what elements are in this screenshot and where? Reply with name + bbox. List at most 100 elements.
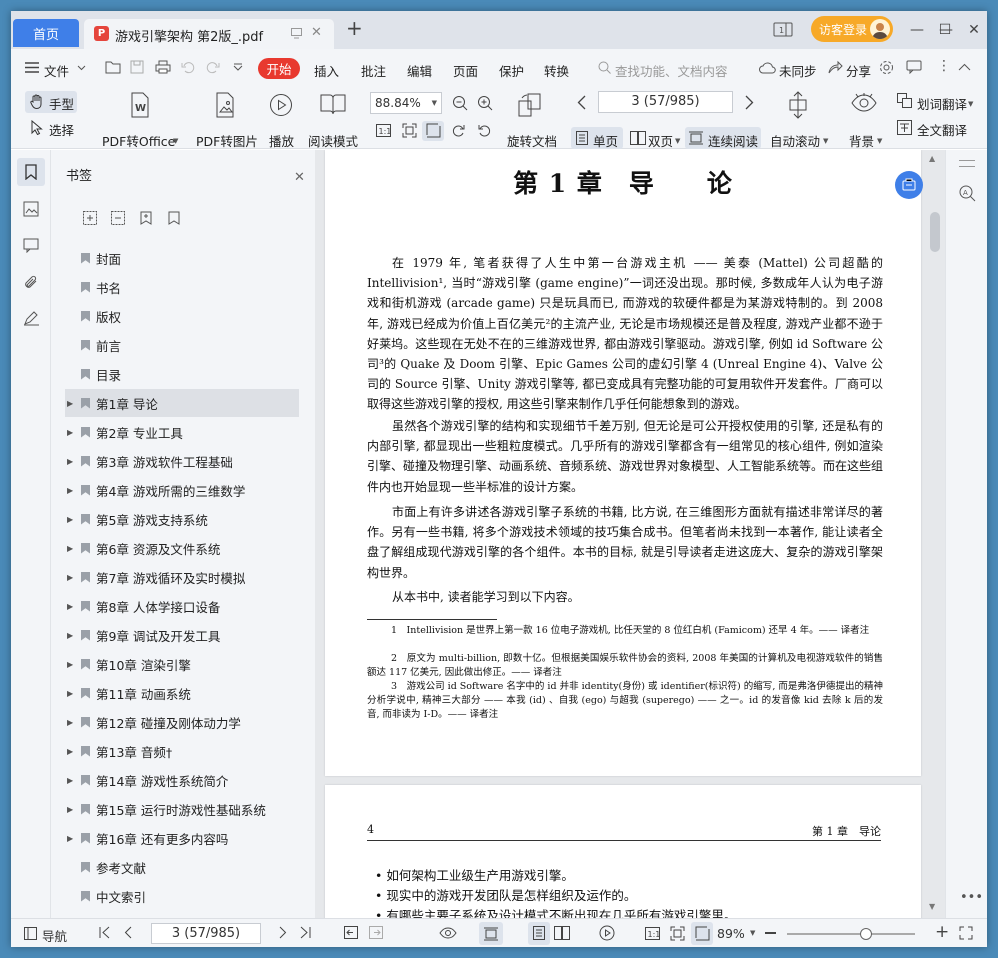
continuous-read-icon[interactable] (689, 131, 703, 145)
expand-arrow-icon[interactable]: ▶ (67, 544, 77, 553)
expand-arrow-icon[interactable]: ▶ (67, 399, 77, 408)
expand-arrow-icon[interactable]: ▶ (67, 776, 77, 785)
full-translate-icon[interactable] (897, 120, 912, 135)
status-fit-page-icon[interactable] (670, 926, 685, 941)
expand-arrow-icon[interactable]: ▶ (67, 834, 77, 843)
expand-arrow-icon[interactable]: ▶ (67, 428, 77, 437)
rotate-right-icon[interactable] (451, 123, 466, 138)
hamburger-icon[interactable] (25, 62, 39, 73)
open-folder-icon[interactable] (105, 60, 121, 74)
bookmark-item[interactable]: ▶ 第7章 游戏循环及实时模拟 (65, 563, 299, 591)
attachment-icon[interactable] (23, 274, 39, 290)
play-button[interactable]: 播放 (269, 131, 294, 150)
bookmark-item[interactable]: 书名 (65, 273, 299, 301)
nav-panel-icon[interactable] (24, 927, 37, 940)
menu-annotate[interactable]: 批注 (361, 61, 386, 80)
menu-page[interactable]: 页面 (453, 61, 478, 80)
fit-width-icon[interactable] (426, 123, 441, 138)
bookmark-item[interactable]: 封面 (65, 244, 299, 272)
double-page-button[interactable]: 双页 (648, 131, 673, 150)
function-search-input[interactable]: 查找功能、文档内容 (615, 61, 728, 80)
page-number-input[interactable]: 3 (57/985) (598, 91, 733, 113)
menu-protect[interactable]: 保护 (499, 61, 524, 80)
bookmark-item[interactable]: ▶ 第3章 游戏软件工程基础 (65, 447, 299, 475)
menu-edit[interactable]: 编辑 (407, 61, 432, 80)
zoom-dropdown-icon[interactable]: ▼ (432, 93, 437, 113)
background-dropdown-icon[interactable]: ▼ (877, 137, 882, 145)
translate-words-icon[interactable] (897, 93, 912, 108)
tab-float-icon[interactable] (290, 27, 303, 40)
settings-gear-icon[interactable] (879, 60, 894, 75)
read-mode-button[interactable]: 阅读模式 (308, 131, 358, 150)
zoom-slider-knob[interactable] (860, 928, 873, 940)
expand-arrow-icon[interactable]: ▶ (67, 718, 77, 727)
status-play-icon[interactable] (599, 925, 615, 941)
select-tool-button[interactable]: 选择 (49, 120, 74, 139)
translate-dropdown-icon[interactable]: ▼ (968, 100, 973, 108)
bookmark-item[interactable]: ▶ 第13章 音频† (65, 737, 299, 765)
zoom-slider-track[interactable] (787, 928, 915, 940)
auto-scroll-dropdown-icon[interactable]: ▼ (823, 137, 828, 145)
rotate-document-button[interactable]: 旋转文档 (507, 131, 557, 150)
bookmark-item[interactable]: ▶ 第8章 人体学接口设备 (65, 592, 299, 620)
tab-home[interactable]: 首页 (13, 19, 79, 47)
cursor-arrow-icon[interactable] (31, 120, 43, 135)
collapse-all-icon[interactable] (111, 211, 125, 225)
status-next-page-icon[interactable] (279, 926, 287, 939)
comment-icon[interactable] (906, 60, 922, 74)
zoom-out-icon[interactable] (452, 95, 468, 111)
maximize-button[interactable]: ☐ (930, 11, 960, 49)
undo-icon[interactable] (181, 60, 195, 74)
status-fit-width-icon[interactable] (695, 926, 710, 941)
status-page-input[interactable]: 3 (57/985) (151, 923, 261, 944)
expand-all-icon[interactable] (83, 211, 97, 225)
bookmark-item[interactable]: 前言 (65, 331, 299, 359)
bookmark-item[interactable]: ▶ 第11章 动画系统 (65, 679, 299, 707)
bookmark-panel-icon[interactable] (25, 164, 37, 180)
first-page-icon[interactable] (99, 926, 110, 939)
expand-arrow-icon[interactable]: ▶ (67, 457, 77, 466)
bookmark-item[interactable]: ▶ 第10章 渲染引擎 (65, 650, 299, 678)
bookmark-item[interactable]: ▶ 第1章 导论 (65, 389, 299, 417)
last-page-icon[interactable] (300, 926, 311, 939)
navigation-button[interactable]: 导航 (42, 926, 67, 945)
rotate-document-icon[interactable] (516, 91, 544, 119)
chevron-down-icon[interactable] (77, 65, 86, 71)
save-icon[interactable] (130, 60, 144, 74)
expand-arrow-icon[interactable]: ▶ (67, 747, 77, 756)
expand-arrow-icon[interactable]: ▶ (67, 689, 77, 698)
zoom-in-icon[interactable] (477, 95, 493, 111)
back-icon[interactable] (344, 926, 358, 939)
window-layout-icon[interactable]: 1 (773, 22, 793, 37)
expand-arrow-icon[interactable]: ▶ (67, 573, 77, 582)
pdf-to-image-icon[interactable] (213, 92, 237, 118)
scroll-up-arrow[interactable]: ▲ (929, 154, 935, 163)
sync-status[interactable]: 未同步 (779, 61, 817, 80)
document-scroll-thumb[interactable] (930, 212, 940, 252)
bookmark-item[interactable]: 参考文献 (65, 853, 299, 881)
bookmark-item[interactable]: 中文索引 (65, 882, 299, 910)
bookmark-item[interactable]: ▶ 第15章 运行时游戏性基础系统 (65, 795, 299, 823)
double-page-dropdown-icon[interactable]: ▼ (675, 137, 680, 145)
thumbnail-panel-icon[interactable] (23, 201, 39, 217)
status-actual-size-icon[interactable]: 1:1 (645, 927, 660, 940)
translate-words-button[interactable]: 划词翻译 (917, 94, 967, 113)
tab-document[interactable]: P 游戏引擎架构 第2版_.pdf ✕ (84, 19, 334, 49)
menu-convert[interactable]: 转换 (544, 61, 569, 80)
fullscreen-icon[interactable] (959, 926, 973, 940)
prev-page-icon[interactable] (577, 95, 586, 110)
scroll-down-arrow[interactable]: ▼ (929, 902, 935, 911)
status-single-page-icon[interactable] (533, 926, 545, 940)
zoom-plus-icon[interactable]: + (935, 924, 949, 941)
status-zoom-dropdown-icon[interactable]: ▼ (750, 929, 755, 937)
rotate-left-icon[interactable] (477, 123, 492, 138)
single-page-button[interactable]: 单页 (593, 131, 618, 150)
status-prev-page-icon[interactable] (124, 926, 132, 939)
add-bookmark-icon[interactable] (140, 211, 152, 225)
expand-arrow-icon[interactable]: ▶ (67, 631, 77, 640)
bookmark-item[interactable]: ▶ 第16章 还有更多内容吗 (65, 824, 299, 852)
print-icon[interactable] (155, 60, 171, 74)
pdf-to-office-icon[interactable]: W (128, 92, 152, 118)
zoom-select[interactable]: 88.84% ▼ (370, 92, 442, 114)
tab-close-icon[interactable]: ✕ (311, 25, 322, 40)
